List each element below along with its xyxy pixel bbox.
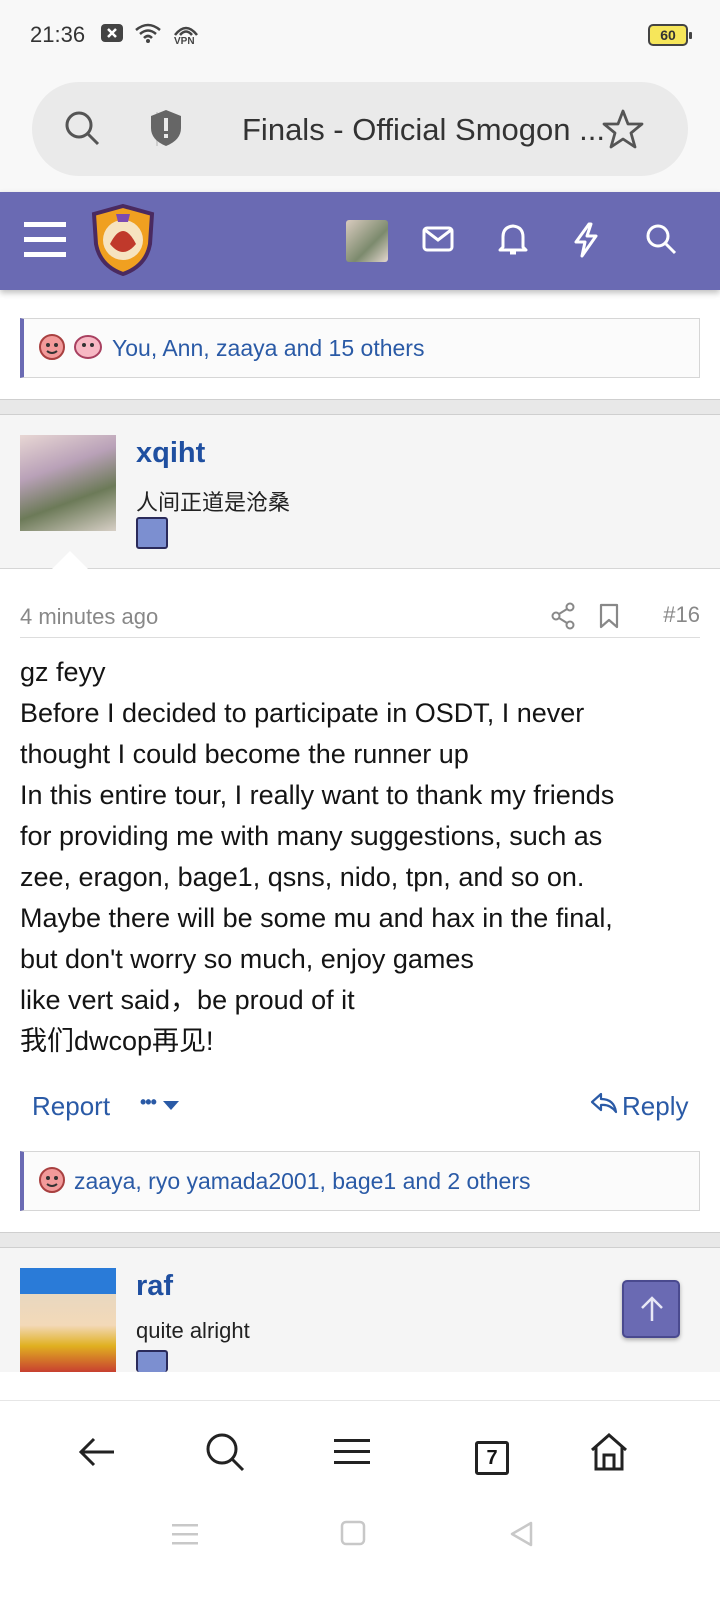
vpn-icon: VPN [172,23,200,49]
browser-bottom-bar [0,1400,720,1510]
next-post-user-block: raf quite alright [0,1248,720,1372]
recent-apps-icon[interactable] [172,1522,198,1551]
back-arrow-icon[interactable] [76,1431,126,1481]
search-icon[interactable] [204,1431,254,1481]
post-line: Before I decided to participate in OSDT,… [20,698,585,728]
share-icon[interactable] [550,602,576,635]
chevron-down-icon [162,1087,180,1118]
scroll-to-top-button[interactable] [622,1280,680,1338]
site-header [0,192,720,290]
battery-indicator: 60 [648,24,692,46]
user-badge-icon [136,1350,168,1372]
page-title[interactable]: Finals - Official Smogon ... [242,112,605,148]
next-post-username[interactable]: raf [136,1270,173,1303]
reaction-emoji-icon [36,1163,68,1200]
post-avatar[interactable] [20,435,116,531]
mail-icon[interactable] [422,226,454,257]
post-line: In this entire tour, I really want to th… [20,780,615,810]
reply-label: Reply [622,1091,689,1121]
post-user-title: 人间正道是沧桑 [136,490,291,515]
post-body: gz feyy Before I decided to participate … [20,652,710,1062]
more-options-button[interactable]: ••• [140,1087,180,1118]
home-nav-icon[interactable] [340,1520,366,1551]
back-nav-icon[interactable] [508,1520,534,1553]
status-time: 21:36 [30,22,86,47]
post-user-block: xqiht 人间正道是沧桑 [0,415,720,569]
more-options-label: ••• [140,1092,157,1112]
pointer-arrow [52,551,88,569]
post-divider [0,1232,720,1248]
search-icon[interactable] [62,108,102,153]
shield-icon[interactable] [148,108,184,153]
lightning-icon[interactable] [572,222,600,263]
post-reactions-bar[interactable]: zaaya, ryo yamada2001, bage1 and 2 other… [20,1151,700,1211]
post-line: but don't worry so much, enjoy games [20,944,474,974]
post-line: 我们dwcop再见! [20,1026,214,1056]
system-navigation-bar [0,1510,720,1600]
report-button[interactable]: Report [32,1091,110,1122]
post-meta: 4 minutes ago #16 [20,590,700,638]
post-line: for providing me with many suggestions, … [20,821,603,851]
post-line: gz feyy [20,657,106,687]
browser-toolbar: Finals - Official Smogon ... [0,72,720,192]
search-icon[interactable] [644,222,678,261]
post-divider [0,399,720,415]
reactions-bar[interactable]: You, Ann, zaaya and 15 others [20,318,700,378]
home-icon[interactable] [588,1431,638,1481]
post-line: zee, eragon, bage1, qsns, nido, tpn, and… [20,862,585,892]
notification-icon [100,22,124,49]
post-line: like vert said，be proud of it [20,985,355,1015]
next-post-user-title: quite alright [136,1318,250,1343]
tabs-button[interactable]: 7 [475,1441,509,1475]
star-icon[interactable] [602,108,644,155]
wifi-icon [134,22,162,49]
status-bar: 21:36 VPN 60 [0,0,720,72]
post-number[interactable]: #16 [663,602,700,628]
address-bar[interactable]: Finals - Official Smogon ... [32,82,688,176]
user-avatar[interactable] [346,220,388,262]
menu-icon[interactable] [24,222,66,263]
post-timestamp[interactable]: 4 minutes ago [20,604,158,630]
post-line: thought I could become the runner up [20,739,469,769]
post-line: Maybe there will be some mu and hax in t… [20,903,613,933]
reactions-text[interactable]: You, Ann, zaaya and 15 others [112,335,424,362]
menu-icon[interactable] [334,1431,384,1481]
reply-button[interactable]: Reply [590,1091,688,1122]
user-badge-icon [136,517,168,549]
post-username[interactable]: xqiht [136,437,205,470]
vpn-label: VPN [174,35,195,47]
bell-icon[interactable] [498,222,528,261]
reaction-emoji-icon [72,330,104,367]
arrow-up-icon [639,1295,665,1328]
post-actions: Report ••• Reply [0,1085,720,1129]
reaction-emoji-icon [36,330,68,367]
post-reactions-text[interactable]: zaaya, ryo yamada2001, bage1 and 2 other… [74,1168,531,1195]
reply-icon [590,1091,618,1122]
bookmark-icon[interactable] [598,602,620,635]
site-logo-icon[interactable] [90,203,156,281]
next-post-avatar[interactable] [20,1268,116,1372]
